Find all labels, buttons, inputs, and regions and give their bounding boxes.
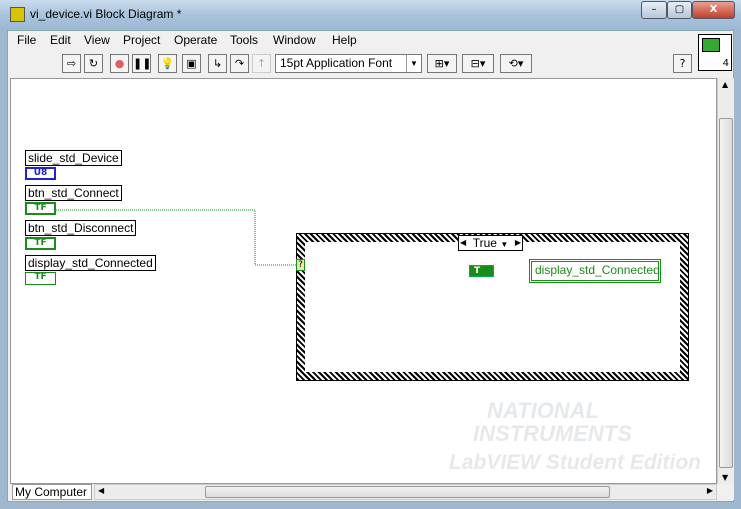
vi-icon xyxy=(702,38,720,52)
case-selector-terminal[interactable]: ? xyxy=(296,259,305,271)
maximize-button[interactable]: ▢ xyxy=(667,1,692,19)
context-help-button[interactable]: ? xyxy=(673,54,692,73)
distribute-objects-icon[interactable]: ⊟▾ xyxy=(462,54,494,73)
font-dropdown[interactable]: 15pt Application Font ▼ xyxy=(275,54,422,73)
scroll-right-icon[interactable]: ▶ xyxy=(707,486,713,495)
label-btn-std-connect[interactable]: btn_std_Connect xyxy=(25,185,122,201)
terminal-slide-std-device[interactable]: U8 xyxy=(25,167,56,180)
status-bar: My Computer ◀ ▶ xyxy=(10,484,734,500)
chevron-down-icon[interactable]: ▼ xyxy=(500,240,508,249)
window-title: vi_device.vi Block Diagram * xyxy=(30,7,182,21)
step-over-icon[interactable]: ↷ xyxy=(230,54,249,73)
toolbar: ⇨ ↻ ● ❚❚ 💡 ▣ ↳ ↷ ↑ 15pt Application Font… xyxy=(8,51,698,77)
menu-tools[interactable]: Tools xyxy=(230,33,258,47)
reorder-icon[interactable]: ⟲▾ xyxy=(500,54,532,73)
pause-icon[interactable]: ❚❚ xyxy=(132,54,151,73)
menu-window[interactable]: Window xyxy=(273,33,316,47)
run-continuously-icon[interactable]: ↻ xyxy=(84,54,103,73)
label-slide-std-device[interactable]: slide_std_Device xyxy=(25,150,122,166)
scroll-left-icon[interactable]: ◀ xyxy=(98,486,104,495)
indicator-display-std-connected[interactable]: display_std_Connected xyxy=(529,259,661,283)
minimize-button[interactable]: – xyxy=(641,1,667,19)
menu-project[interactable]: Project xyxy=(123,33,160,47)
chevron-down-icon: ▼ xyxy=(406,55,421,72)
horizontal-scrollbar[interactable]: ◀ ▶ xyxy=(94,484,717,500)
font-value: 15pt Application Font xyxy=(280,56,393,70)
vertical-scrollbar[interactable]: ▲ ▼ xyxy=(717,78,734,484)
vi-icon-pane[interactable]: 4 xyxy=(698,34,732,71)
abort-icon[interactable]: ● xyxy=(110,54,129,73)
step-into-icon[interactable]: ↳ xyxy=(208,54,227,73)
menu-help[interactable]: Help xyxy=(332,33,357,47)
connector-pane-number: 4 xyxy=(722,58,729,69)
menu-bar: File Edit View Project Operate Tools Win… xyxy=(8,31,698,49)
increment-arrow-icon[interactable]: ▶ xyxy=(515,236,521,250)
menu-operate[interactable]: Operate xyxy=(174,33,217,47)
step-out-icon: ↑ xyxy=(252,54,271,73)
menu-view[interactable]: View xyxy=(84,33,110,47)
label-btn-std-disconnect[interactable]: btn_std_Disconnect xyxy=(25,220,137,236)
menu-file[interactable]: File xyxy=(17,33,36,47)
terminal-btn-std-disconnect[interactable]: TF xyxy=(25,237,56,250)
title-bar: vi_device.vi Block Diagram * – ▢ X xyxy=(0,0,741,30)
horizontal-scroll-thumb[interactable] xyxy=(205,486,610,498)
run-arrow-icon[interactable]: ⇨ xyxy=(62,54,81,73)
case-structure[interactable] xyxy=(296,233,689,381)
decrement-arrow-icon[interactable]: ◀ xyxy=(460,236,466,250)
close-button[interactable]: X xyxy=(692,1,735,19)
align-objects-icon[interactable]: ⊞▾ xyxy=(427,54,457,73)
vertical-scroll-thumb[interactable] xyxy=(719,118,733,468)
menu-edit[interactable]: Edit xyxy=(50,33,71,47)
labview-app-icon xyxy=(10,7,25,22)
block-diagram-canvas[interactable]: NATIONAL INSTRUMENTS LabVIEW Student Edi… xyxy=(10,78,717,484)
block-diagram-window: File Edit View Project Operate Tools Win… xyxy=(7,30,734,502)
scroll-down-icon[interactable]: ▼ xyxy=(722,473,728,482)
terminal-display-std-connected[interactable]: TF xyxy=(25,272,56,285)
true-constant[interactable]: T xyxy=(469,265,494,277)
label-display-std-connected[interactable]: display_std_Connected xyxy=(25,255,156,271)
terminal-btn-std-connect[interactable]: TF xyxy=(25,202,56,215)
scroll-up-icon[interactable]: ▲ xyxy=(722,80,728,89)
retain-wire-values-icon[interactable]: ▣ xyxy=(182,54,201,73)
highlight-execution-icon[interactable]: 💡 xyxy=(158,54,177,73)
case-selector-value: True xyxy=(472,236,497,250)
application-context: My Computer xyxy=(12,484,92,500)
case-selector-label[interactable]: ◀ True ▼ ▶ xyxy=(458,235,523,251)
